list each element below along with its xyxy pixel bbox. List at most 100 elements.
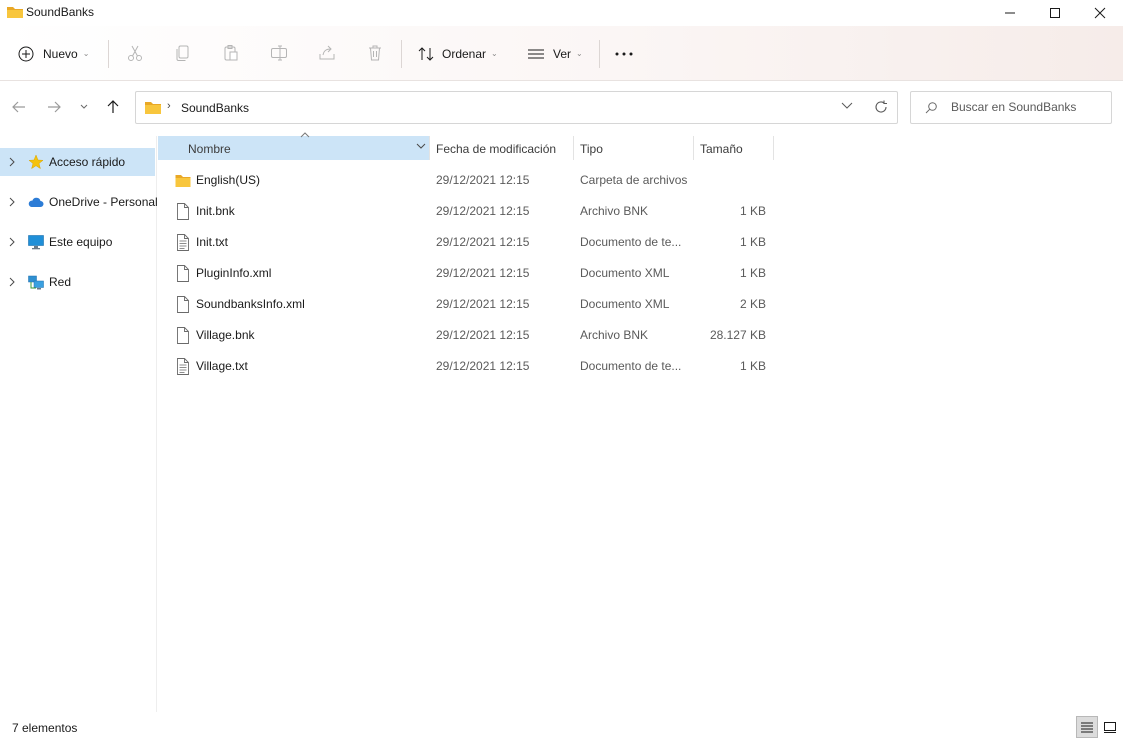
arrow-right-icon [48, 101, 61, 113]
file-row[interactable]: Village.txt 29/12/2021 12:15 Documento d… [158, 351, 773, 382]
chevron-down-icon: ⌄ [82, 49, 90, 58]
file-icon [177, 265, 189, 282]
file-date: 29/12/2021 12:15 [436, 173, 530, 187]
file-size: 1 KB [739, 266, 766, 280]
share-icon[interactable] [318, 44, 336, 62]
address-dropdown-icon[interactable] [841, 102, 853, 110]
chevron-down-icon: ⌄ [491, 49, 498, 58]
view-button[interactable]: Ver ⌄ [527, 26, 583, 81]
file-name: Village.txt [196, 359, 248, 373]
column-name-label: Nombre [188, 142, 231, 156]
file-type: Documento XML [580, 266, 670, 280]
column-size-label: Tamaño [700, 142, 743, 156]
close-button[interactable] [1077, 0, 1123, 26]
title-bar: SoundBanks [0, 0, 1123, 26]
network-icon [28, 275, 44, 290]
column-date-label: Fecha de modificación [436, 142, 557, 156]
details-view-icon [1081, 722, 1093, 733]
item-count: 7 elementos [12, 721, 78, 735]
command-bar: Nuevo ⌄ Ordenar ⌄ Ver ⌄ [0, 26, 1123, 81]
paste-icon[interactable] [222, 44, 240, 62]
file-icon [177, 327, 189, 344]
arrow-left-icon [12, 101, 25, 113]
file-size: 1 KB [739, 204, 766, 218]
file-icon [177, 296, 189, 313]
new-button[interactable]: Nuevo ⌄ [18, 26, 89, 81]
text-file-icon [177, 234, 189, 251]
file-type: Documento XML [580, 297, 670, 311]
file-size: 1 KB [739, 235, 766, 249]
file-row[interactable]: PluginInfo.xml 29/12/2021 12:15 Document… [158, 258, 773, 289]
close-icon [1094, 7, 1106, 19]
chevron-down-icon [80, 104, 88, 109]
file-date: 29/12/2021 12:15 [436, 297, 530, 311]
delete-icon[interactable] [366, 44, 384, 62]
chevron-right-icon[interactable] [9, 157, 15, 167]
file-row[interactable]: SoundbanksInfo.xml 29/12/2021 12:15 Docu… [158, 289, 773, 320]
address-bar[interactable]: › SoundBanks [135, 91, 898, 124]
sidebar-item-label: Este equipo [49, 235, 113, 249]
tiles-view-button[interactable] [1099, 716, 1121, 738]
maximize-button[interactable] [1032, 0, 1078, 26]
cut-icon[interactable] [126, 44, 144, 62]
search-box[interactable] [910, 91, 1112, 124]
window-title: SoundBanks [26, 5, 95, 19]
minimize-icon [1005, 12, 1015, 14]
file-date: 29/12/2021 12:15 [436, 235, 530, 249]
up-button[interactable] [102, 96, 124, 118]
file-row[interactable]: Village.bnk 29/12/2021 12:15 Archivo BNK… [158, 320, 773, 351]
column-header-type[interactable]: Tipo [574, 136, 692, 160]
back-button[interactable] [8, 96, 30, 118]
file-date: 29/12/2021 12:15 [436, 328, 530, 342]
column-filter-chevron-icon[interactable] [416, 143, 426, 149]
file-name: Init.bnk [196, 204, 235, 218]
sort-button[interactable]: Ordenar ⌄ [418, 26, 498, 81]
text-file-icon [177, 358, 189, 375]
column-header-date[interactable]: Fecha de modificación [430, 136, 572, 160]
more-icon [615, 52, 633, 55]
sidebar-item-network[interactable]: Red [0, 268, 155, 296]
details-view-button[interactable] [1076, 716, 1098, 738]
file-type: Documento de te... [580, 235, 682, 249]
sort-icon [418, 46, 434, 61]
refresh-icon[interactable] [874, 100, 888, 114]
forward-button[interactable] [43, 96, 65, 118]
maximize-icon [1050, 8, 1060, 18]
sidebar-item-label: OneDrive - Personal [49, 195, 158, 209]
chevron-right-icon[interactable] [9, 197, 15, 207]
minimize-button[interactable] [987, 0, 1033, 26]
column-header-name[interactable]: Nombre [158, 136, 429, 160]
toolbar-divider [401, 40, 402, 68]
sidebar-item-label: Acceso rápido [49, 155, 126, 169]
file-date: 29/12/2021 12:15 [436, 204, 530, 218]
sidebar-item-this-pc[interactable]: Este equipo [0, 228, 155, 256]
file-row[interactable]: Init.txt 29/12/2021 12:15 Documento de t… [158, 227, 773, 258]
chevron-right-icon[interactable] [9, 237, 15, 247]
file-name: SoundbanksInfo.xml [196, 297, 305, 311]
column-header-size[interactable]: Tamaño [694, 136, 773, 160]
recent-locations-button[interactable] [73, 96, 95, 118]
file-icon [177, 203, 189, 220]
toolbar-divider [108, 40, 109, 68]
sidebar-item-onedrive[interactable]: OneDrive - Personal [0, 188, 158, 216]
file-name: PluginInfo.xml [196, 266, 272, 280]
breadcrumb-chevron-icon[interactable]: › [167, 100, 171, 112]
chevron-right-icon[interactable] [9, 277, 15, 287]
more-options-button[interactable] [615, 26, 633, 81]
new-label: Nuevo [43, 46, 78, 61]
file-date: 29/12/2021 12:15 [436, 359, 530, 373]
cloud-icon [28, 197, 44, 207]
breadcrumb-item[interactable]: SoundBanks [181, 101, 249, 115]
file-size: 2 KB [739, 297, 766, 311]
file-row[interactable]: English(US) 29/12/2021 12:15 Carpeta de … [158, 165, 773, 196]
file-row[interactable]: Init.bnk 29/12/2021 12:15 Archivo BNK 1 … [158, 196, 773, 227]
column-divider[interactable] [773, 136, 774, 160]
file-size: 28.127 KB [709, 328, 766, 342]
rename-icon[interactable] [270, 44, 288, 62]
file-date: 29/12/2021 12:15 [436, 266, 530, 280]
column-type-label: Tipo [580, 142, 603, 156]
sidebar-item-quick-access[interactable]: Acceso rápido [0, 148, 155, 176]
monitor-icon [28, 235, 44, 250]
copy-icon[interactable] [174, 44, 192, 62]
search-input[interactable] [951, 100, 1101, 114]
